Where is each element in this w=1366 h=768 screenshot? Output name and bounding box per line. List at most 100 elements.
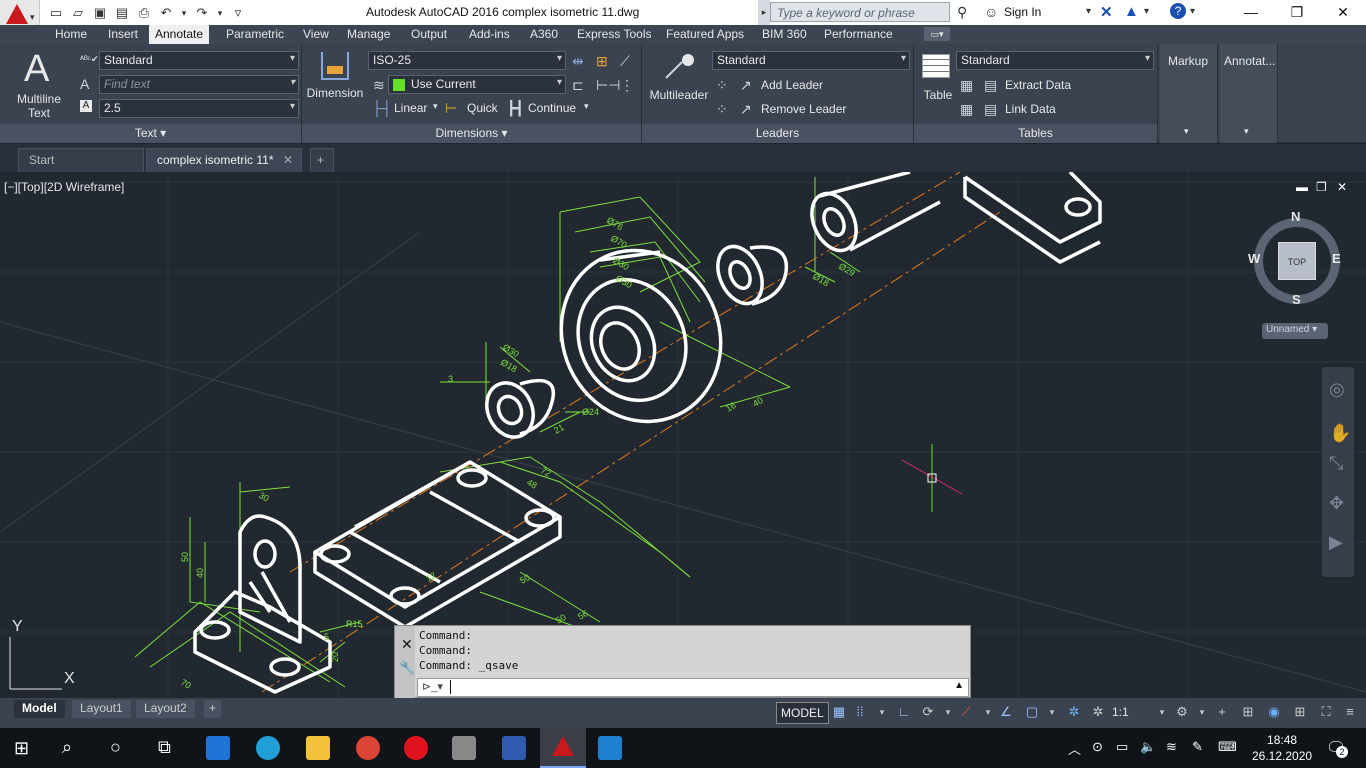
continue-button[interactable]: Continue bbox=[528, 101, 576, 115]
quick-button[interactable]: Quick bbox=[467, 101, 498, 115]
dim-style-select[interactable]: ISO-25 bbox=[368, 51, 566, 70]
link-data-button[interactable]: Link Data bbox=[1005, 102, 1056, 116]
check-spelling-icon[interactable]: ᴬᴮᶜ✔ bbox=[80, 51, 99, 67]
tab-home[interactable]: Home bbox=[55, 27, 87, 41]
steering-wheel-icon[interactable]: ◎ bbox=[1329, 379, 1345, 400]
dimension-button[interactable]: Dimension bbox=[304, 50, 366, 110]
jogged-icon[interactable]: ⟋ bbox=[620, 53, 630, 69]
minimize-icon[interactable]: — bbox=[1228, 0, 1274, 25]
undo-dropdown-icon[interactable]: ▾ bbox=[180, 5, 188, 21]
autocad-taskbar-button[interactable] bbox=[540, 728, 586, 768]
redo-dropdown-icon[interactable]: ▾ bbox=[216, 5, 224, 21]
new-icon[interactable]: ▭ bbox=[48, 5, 64, 21]
tab-a360[interactable]: A360 bbox=[530, 27, 558, 41]
align-leaders-icon[interactable]: ⁘ bbox=[716, 77, 728, 93]
drawing-viewport[interactable]: Ø76 Ø70 Ø30 Ø30 Ø30 Ø18 Ø24 21 16 40 Ø18… bbox=[0, 172, 1366, 698]
polar-icon[interactable]: ⟳ bbox=[920, 704, 936, 720]
tab-add-ins[interactable]: Add-ins bbox=[469, 27, 510, 41]
auto-scale-icon[interactable]: ✲ bbox=[1090, 704, 1106, 720]
search-input[interactable]: Type a keyword or phrase bbox=[770, 2, 950, 22]
help-icon[interactable]: ? bbox=[1170, 3, 1186, 19]
help-dropdown-icon[interactable]: ▾ bbox=[1190, 6, 1195, 17]
user-icon[interactable]: ☺ bbox=[984, 4, 998, 20]
viewport-controls[interactable]: [−][Top][2D Wireframe] bbox=[4, 180, 124, 194]
compass-north[interactable]: N bbox=[1291, 209, 1300, 224]
mail-icon[interactable] bbox=[206, 736, 230, 760]
showmotion-icon[interactable]: ▶ bbox=[1329, 532, 1343, 553]
linear-dropdown-icon[interactable]: ▾ bbox=[433, 101, 438, 112]
annotation-visibility-icon[interactable]: ✲ bbox=[1066, 704, 1082, 720]
calculator-icon[interactable] bbox=[502, 736, 526, 760]
units-icon[interactable]: ⊞ bbox=[1240, 704, 1256, 720]
tab-annotate[interactable]: Annotate bbox=[149, 25, 210, 44]
tab-parametric[interactable]: Parametric bbox=[226, 27, 284, 41]
tab-view[interactable]: View bbox=[303, 27, 329, 41]
battery-icon[interactable]: ▭ bbox=[1116, 739, 1128, 755]
remove-leader-button[interactable]: Remove Leader bbox=[761, 102, 846, 116]
tab-express-tools[interactable]: Express Tools bbox=[577, 27, 651, 41]
close-icon[interactable]: ✕ bbox=[1320, 0, 1366, 25]
close-command-icon[interactable]: ✕ bbox=[401, 636, 413, 653]
hardware-accel-icon[interactable]: ⊞ bbox=[1292, 704, 1308, 720]
tab-bim-360[interactable]: BIM 360 bbox=[762, 27, 807, 41]
new-tab-button[interactable]: + bbox=[310, 148, 334, 172]
plot-icon[interactable]: ⎙ bbox=[136, 5, 152, 21]
osnap-dropdown-icon[interactable]: ▾ bbox=[1044, 704, 1060, 720]
collect-leaders-icon[interactable]: ⁘ bbox=[716, 101, 728, 117]
usb-app-icon[interactable] bbox=[452, 736, 476, 760]
markup-panel[interactable]: Markup ▾ bbox=[1160, 44, 1218, 143]
tab-performance[interactable]: Performance bbox=[824, 27, 893, 41]
leaders-panel-title[interactable]: Leaders bbox=[642, 124, 913, 143]
viewport-minimize-icon[interactable]: ▬ bbox=[1296, 180, 1308, 194]
pen-icon[interactable]: ✎ bbox=[1192, 739, 1203, 755]
tables-panel-title[interactable]: Tables bbox=[914, 124, 1157, 143]
cortana-icon[interactable]: ○ bbox=[110, 737, 121, 758]
tab-manage[interactable]: Manage bbox=[347, 27, 390, 41]
wifi-icon[interactable]: ≋ bbox=[1166, 739, 1177, 755]
tab-featured-apps[interactable]: Featured Apps bbox=[666, 27, 744, 41]
tray-expand-icon[interactable]: ︿ bbox=[1068, 739, 1081, 758]
text-panel-title[interactable]: Text ▾ bbox=[0, 124, 301, 143]
autodesk-a360-icon[interactable]: ▲ bbox=[1124, 3, 1139, 20]
photos-icon[interactable] bbox=[598, 736, 622, 760]
system-clock[interactable]: 18:48 26.12.2020 bbox=[1252, 732, 1312, 764]
pan-icon[interactable]: ✋ bbox=[1329, 423, 1351, 444]
sign-in-button[interactable]: Sign In bbox=[1004, 5, 1041, 19]
grid-icon[interactable]: ▦ bbox=[831, 704, 847, 720]
dim-break-icon[interactable]: ⊞ bbox=[596, 53, 608, 69]
viewcube[interactable]: TOP N S E W bbox=[1248, 209, 1344, 308]
snap-dropdown-icon[interactable]: ▾ bbox=[874, 704, 890, 720]
multiline-text-button[interactable]: A Multiline Text bbox=[8, 48, 68, 124]
file-tab-start[interactable]: Start bbox=[18, 148, 144, 172]
recent-commands-icon[interactable]: ▲ bbox=[954, 680, 964, 691]
ribbon-toggle-icon[interactable]: ▭▾ bbox=[924, 27, 950, 41]
find-text-input[interactable]: Find text bbox=[99, 75, 299, 94]
isolate-objects-icon[interactable]: ◉ bbox=[1266, 704, 1282, 720]
binoculars-icon[interactable]: ⚲ bbox=[957, 4, 967, 21]
add-layout-button[interactable]: + bbox=[204, 700, 222, 718]
restore-icon[interactable]: ❐ bbox=[1274, 0, 1320, 25]
command-line-grip[interactable]: ✕ 🔧 bbox=[395, 626, 415, 699]
multileader-button[interactable]: Multileader bbox=[646, 52, 712, 108]
linear-button[interactable]: Linear bbox=[394, 101, 427, 115]
viewcube-top-face[interactable]: TOP bbox=[1278, 242, 1316, 280]
workspace-dropdown-icon[interactable]: ▾ bbox=[1194, 704, 1210, 720]
dim-layer-select[interactable]: Use Current bbox=[388, 75, 566, 94]
command-prompt-icon[interactable]: ⊳_▾ bbox=[422, 680, 443, 693]
file-explorer-icon[interactable] bbox=[306, 736, 330, 760]
text-style-select[interactable]: Standard bbox=[99, 51, 299, 70]
edge-icon[interactable] bbox=[256, 736, 280, 760]
customization-menu-icon[interactable]: ≡ bbox=[1342, 704, 1358, 720]
command-input[interactable]: ⊳_▾ ▲ bbox=[417, 678, 969, 697]
object-snap-icon[interactable]: ▢ bbox=[1024, 704, 1040, 720]
save-icon[interactable]: ▣ bbox=[92, 5, 108, 21]
tab-insert[interactable]: Insert bbox=[108, 27, 138, 41]
close-tab-icon[interactable]: ✕ bbox=[283, 153, 293, 167]
windows-start-icon[interactable]: ⊞ bbox=[14, 738, 29, 759]
dim-space-icon[interactable]: ⇹ bbox=[572, 53, 584, 69]
ucs-menu[interactable]: Unnamed ▾ bbox=[1262, 323, 1328, 339]
mleader-style-select[interactable]: Standard bbox=[712, 51, 910, 70]
snap-icon[interactable]: ⁞⁞ bbox=[852, 704, 868, 720]
annotation-scaling-panel[interactable]: Annotat... ▾ bbox=[1220, 44, 1278, 143]
a360-dropdown-icon[interactable]: ▾ bbox=[1144, 6, 1149, 17]
